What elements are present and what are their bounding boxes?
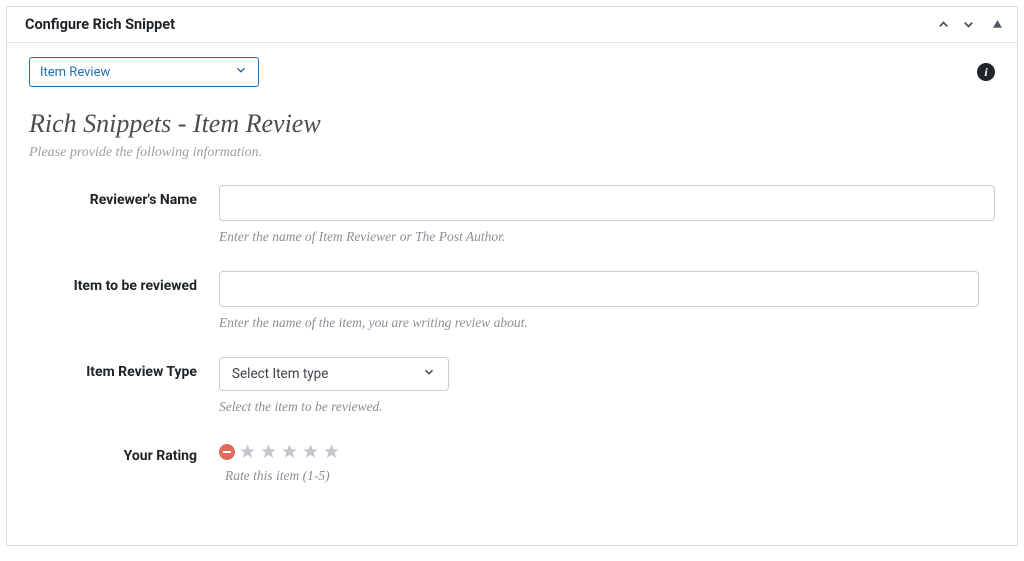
snippet-type-select[interactable]: Item Review bbox=[29, 57, 259, 87]
panel-header: Configure Rich Snippet bbox=[7, 7, 1017, 43]
helper-rating: Rate this item (1-5) bbox=[225, 468, 995, 484]
configure-rich-snippet-panel: Configure Rich Snippet Item Review i bbox=[6, 6, 1018, 546]
item-reviewed-input[interactable] bbox=[219, 271, 979, 307]
row-item-type: Item Review Type Select Item type Select… bbox=[29, 357, 995, 415]
star-3[interactable] bbox=[281, 443, 298, 460]
info-icon[interactable]: i bbox=[977, 63, 995, 81]
triangle-up-icon[interactable] bbox=[992, 19, 1003, 30]
star-2[interactable] bbox=[260, 443, 277, 460]
row-rating: Your Rating bbox=[29, 441, 995, 484]
chevron-down-icon[interactable] bbox=[961, 17, 976, 32]
row-item-reviewed: Item to be reviewed Enter the name of th… bbox=[29, 271, 995, 331]
star-1[interactable] bbox=[239, 443, 256, 460]
label-rating: Your Rating bbox=[29, 441, 219, 464]
label-reviewer-name: Reviewer's Name bbox=[29, 185, 219, 208]
star-4[interactable] bbox=[302, 443, 319, 460]
label-item-type: Item Review Type bbox=[29, 357, 219, 380]
chevron-down-icon bbox=[234, 63, 248, 81]
panel-body: Item Review i Rich Snippets - Item Revie… bbox=[7, 43, 1017, 502]
helper-item-reviewed: Enter the name of the item, you are writ… bbox=[219, 315, 979, 331]
label-item-reviewed: Item to be reviewed bbox=[29, 271, 219, 294]
helper-reviewer-name: Enter the name of Item Reviewer or The P… bbox=[219, 229, 995, 245]
row-reviewer-name: Reviewer's Name Enter the name of Item R… bbox=[29, 185, 995, 245]
panel-title: Configure Rich Snippet bbox=[25, 16, 175, 33]
snippet-type-selected: Item Review bbox=[40, 65, 110, 80]
star-5[interactable] bbox=[323, 443, 340, 460]
rating-control bbox=[219, 441, 995, 460]
chevron-down-icon bbox=[422, 365, 436, 383]
item-type-select[interactable]: Select Item type bbox=[219, 357, 449, 391]
item-type-selected: Select Item type bbox=[232, 366, 328, 382]
chevron-up-icon[interactable] bbox=[936, 17, 951, 32]
section-title: Rich Snippets - Item Review bbox=[29, 109, 995, 139]
helper-item-type: Select the item to be reviewed. bbox=[219, 399, 995, 415]
reviewer-name-input[interactable] bbox=[219, 185, 995, 221]
section-subtitle: Please provide the following information… bbox=[29, 145, 995, 161]
panel-header-controls bbox=[936, 17, 1003, 32]
clear-rating-icon[interactable] bbox=[219, 444, 235, 460]
panel-top-row: Item Review i bbox=[29, 57, 995, 87]
